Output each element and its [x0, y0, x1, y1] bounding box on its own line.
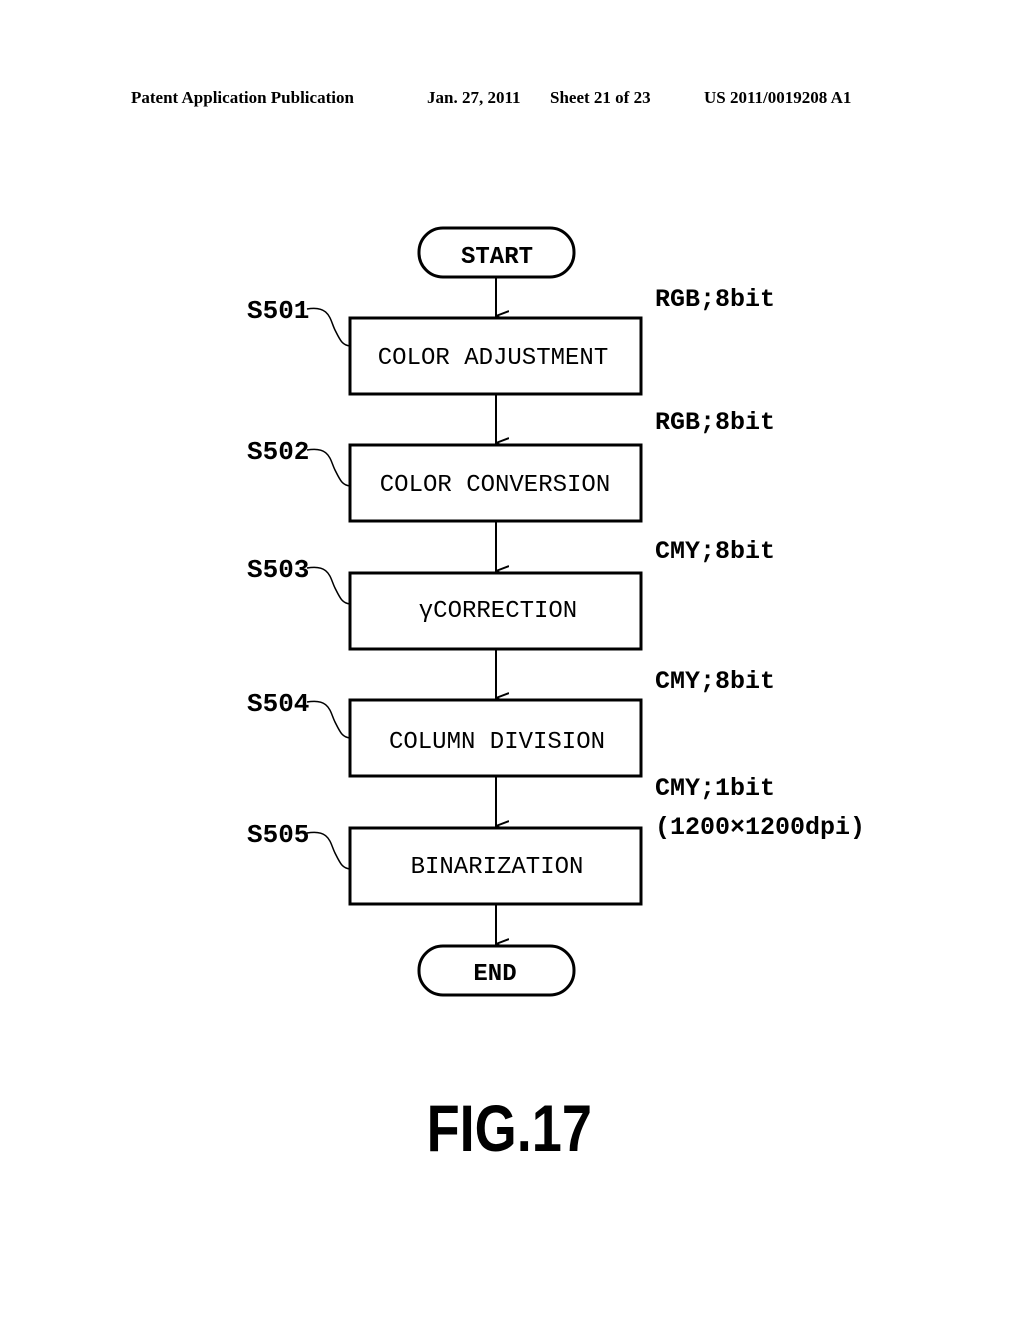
step-label: BINARIZATION: [411, 854, 584, 881]
step-label: COLUMN DIVISION: [389, 729, 605, 756]
format-note-detail: (1200×1200dpi): [655, 813, 865, 842]
step-s503: γCORRECTION S503 CMY;8bit: [247, 537, 775, 651]
format-note: CMY;1bit: [655, 774, 775, 803]
step-id: S503: [247, 555, 309, 585]
step-id: S502: [247, 437, 309, 467]
leader-line: [306, 831, 351, 870]
step-id: S505: [247, 820, 309, 850]
format-note: RGB;8bit: [655, 408, 775, 437]
format-note: CMY;8bit: [655, 667, 775, 696]
start-terminal: START: [417, 226, 576, 279]
end-label: END: [473, 961, 516, 988]
start-label: START: [461, 244, 533, 271]
step-s504: COLUMN DIVISION S504 CMY;8bit: [247, 667, 775, 778]
leader-line: [306, 448, 351, 487]
format-note: RGB;8bit: [655, 285, 775, 314]
step-label: COLOR ADJUSTMENT: [378, 345, 608, 372]
figure-label: FIG.17: [426, 1091, 593, 1165]
step-id: S504: [247, 689, 309, 719]
step-s501: COLOR ADJUSTMENT S501 RGB;8bit: [247, 285, 775, 396]
step-s502: COLOR CONVERSION S502 RGB;8bit: [247, 408, 775, 523]
step-id: S501: [247, 296, 309, 326]
step-s505: BINARIZATION S505 CMY;1bit (1200×1200dpi…: [247, 774, 865, 906]
leader-line: [306, 700, 351, 739]
format-note: CMY;8bit: [655, 537, 775, 566]
leader-line: [306, 307, 351, 347]
step-label: γCORRECTION: [419, 598, 577, 625]
end-terminal: END: [417, 944, 576, 997]
leader-line: [306, 566, 351, 605]
step-label: COLOR CONVERSION: [380, 472, 610, 499]
